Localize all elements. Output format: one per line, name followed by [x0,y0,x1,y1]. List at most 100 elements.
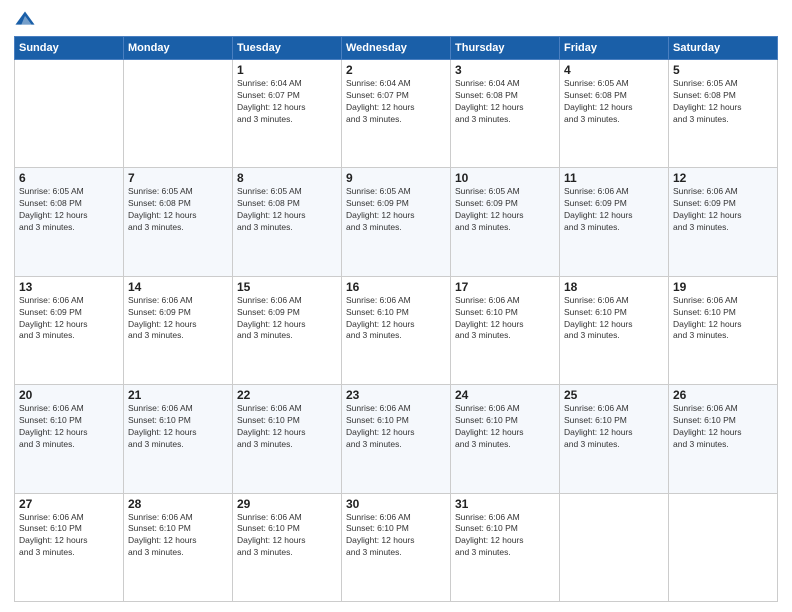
day-info: Sunrise: 6:04 AM Sunset: 6:08 PM Dayligh… [455,78,555,126]
calendar-header-sunday: Sunday [15,37,124,60]
calendar-cell: 23Sunrise: 6:06 AM Sunset: 6:10 PM Dayli… [342,385,451,493]
calendar-header-friday: Friday [560,37,669,60]
header [14,10,778,32]
day-number: 2 [346,63,446,77]
day-info: Sunrise: 6:06 AM Sunset: 6:10 PM Dayligh… [19,512,119,560]
calendar-cell: 25Sunrise: 6:06 AM Sunset: 6:10 PM Dayli… [560,385,669,493]
calendar-cell: 17Sunrise: 6:06 AM Sunset: 6:10 PM Dayli… [451,276,560,384]
calendar-cell: 5Sunrise: 6:05 AM Sunset: 6:08 PM Daylig… [669,60,778,168]
day-info: Sunrise: 6:05 AM Sunset: 6:09 PM Dayligh… [455,186,555,234]
day-info: Sunrise: 6:05 AM Sunset: 6:08 PM Dayligh… [673,78,773,126]
day-number: 29 [237,497,337,511]
calendar-cell: 8Sunrise: 6:05 AM Sunset: 6:08 PM Daylig… [233,168,342,276]
logo [14,10,38,32]
day-number: 7 [128,171,228,185]
day-info: Sunrise: 6:06 AM Sunset: 6:10 PM Dayligh… [455,512,555,560]
day-info: Sunrise: 6:06 AM Sunset: 6:10 PM Dayligh… [346,512,446,560]
day-info: Sunrise: 6:05 AM Sunset: 6:08 PM Dayligh… [19,186,119,234]
day-number: 6 [19,171,119,185]
calendar-cell: 27Sunrise: 6:06 AM Sunset: 6:10 PM Dayli… [15,493,124,601]
day-info: Sunrise: 6:05 AM Sunset: 6:08 PM Dayligh… [237,186,337,234]
calendar-header-thursday: Thursday [451,37,560,60]
calendar-cell: 21Sunrise: 6:06 AM Sunset: 6:10 PM Dayli… [124,385,233,493]
day-number: 21 [128,388,228,402]
day-info: Sunrise: 6:05 AM Sunset: 6:08 PM Dayligh… [564,78,664,126]
day-info: Sunrise: 6:04 AM Sunset: 6:07 PM Dayligh… [237,78,337,126]
day-info: Sunrise: 6:06 AM Sunset: 6:10 PM Dayligh… [237,512,337,560]
calendar-cell: 6Sunrise: 6:05 AM Sunset: 6:08 PM Daylig… [15,168,124,276]
day-number: 10 [455,171,555,185]
day-info: Sunrise: 6:06 AM Sunset: 6:10 PM Dayligh… [564,403,664,451]
calendar-cell: 11Sunrise: 6:06 AM Sunset: 6:09 PM Dayli… [560,168,669,276]
day-info: Sunrise: 6:06 AM Sunset: 6:10 PM Dayligh… [346,403,446,451]
calendar-cell: 10Sunrise: 6:05 AM Sunset: 6:09 PM Dayli… [451,168,560,276]
calendar-cell: 12Sunrise: 6:06 AM Sunset: 6:09 PM Dayli… [669,168,778,276]
page: SundayMondayTuesdayWednesdayThursdayFrid… [0,0,792,612]
calendar-cell [560,493,669,601]
day-info: Sunrise: 6:06 AM Sunset: 6:09 PM Dayligh… [673,186,773,234]
day-info: Sunrise: 6:06 AM Sunset: 6:10 PM Dayligh… [455,403,555,451]
calendar-cell: 19Sunrise: 6:06 AM Sunset: 6:10 PM Dayli… [669,276,778,384]
calendar-cell: 15Sunrise: 6:06 AM Sunset: 6:09 PM Dayli… [233,276,342,384]
calendar-cell: 20Sunrise: 6:06 AM Sunset: 6:10 PM Dayli… [15,385,124,493]
day-number: 1 [237,63,337,77]
day-number: 8 [237,171,337,185]
day-number: 19 [673,280,773,294]
calendar-header-tuesday: Tuesday [233,37,342,60]
day-number: 14 [128,280,228,294]
day-number: 3 [455,63,555,77]
calendar-cell: 22Sunrise: 6:06 AM Sunset: 6:10 PM Dayli… [233,385,342,493]
calendar-header-wednesday: Wednesday [342,37,451,60]
calendar-week-5: 27Sunrise: 6:06 AM Sunset: 6:10 PM Dayli… [15,493,778,601]
day-info: Sunrise: 6:05 AM Sunset: 6:08 PM Dayligh… [128,186,228,234]
day-info: Sunrise: 6:06 AM Sunset: 6:10 PM Dayligh… [673,403,773,451]
day-number: 18 [564,280,664,294]
day-number: 12 [673,171,773,185]
day-info: Sunrise: 6:05 AM Sunset: 6:09 PM Dayligh… [346,186,446,234]
day-number: 26 [673,388,773,402]
calendar-cell: 3Sunrise: 6:04 AM Sunset: 6:08 PM Daylig… [451,60,560,168]
day-number: 5 [673,63,773,77]
day-info: Sunrise: 6:04 AM Sunset: 6:07 PM Dayligh… [346,78,446,126]
day-number: 9 [346,171,446,185]
day-number: 15 [237,280,337,294]
calendar-week-4: 20Sunrise: 6:06 AM Sunset: 6:10 PM Dayli… [15,385,778,493]
calendar-cell: 4Sunrise: 6:05 AM Sunset: 6:08 PM Daylig… [560,60,669,168]
day-info: Sunrise: 6:06 AM Sunset: 6:10 PM Dayligh… [19,403,119,451]
day-number: 22 [237,388,337,402]
calendar-cell: 31Sunrise: 6:06 AM Sunset: 6:10 PM Dayli… [451,493,560,601]
day-info: Sunrise: 6:06 AM Sunset: 6:10 PM Dayligh… [237,403,337,451]
calendar-cell [15,60,124,168]
calendar-cell: 16Sunrise: 6:06 AM Sunset: 6:10 PM Dayli… [342,276,451,384]
day-number: 13 [19,280,119,294]
calendar-cell: 29Sunrise: 6:06 AM Sunset: 6:10 PM Dayli… [233,493,342,601]
calendar-header-monday: Monday [124,37,233,60]
calendar-cell [124,60,233,168]
calendar-cell: 30Sunrise: 6:06 AM Sunset: 6:10 PM Dayli… [342,493,451,601]
day-info: Sunrise: 6:06 AM Sunset: 6:10 PM Dayligh… [128,512,228,560]
calendar-week-1: 1Sunrise: 6:04 AM Sunset: 6:07 PM Daylig… [15,60,778,168]
day-info: Sunrise: 6:06 AM Sunset: 6:10 PM Dayligh… [455,295,555,343]
day-number: 4 [564,63,664,77]
logo-icon [14,10,36,32]
day-info: Sunrise: 6:06 AM Sunset: 6:09 PM Dayligh… [19,295,119,343]
calendar-header-row: SundayMondayTuesdayWednesdayThursdayFrid… [15,37,778,60]
calendar-cell [669,493,778,601]
calendar-cell: 14Sunrise: 6:06 AM Sunset: 6:09 PM Dayli… [124,276,233,384]
day-number: 27 [19,497,119,511]
day-number: 20 [19,388,119,402]
calendar-cell: 28Sunrise: 6:06 AM Sunset: 6:10 PM Dayli… [124,493,233,601]
day-info: Sunrise: 6:06 AM Sunset: 6:10 PM Dayligh… [128,403,228,451]
calendar-cell: 18Sunrise: 6:06 AM Sunset: 6:10 PM Dayli… [560,276,669,384]
calendar-cell: 1Sunrise: 6:04 AM Sunset: 6:07 PM Daylig… [233,60,342,168]
calendar: SundayMondayTuesdayWednesdayThursdayFrid… [14,36,778,602]
day-info: Sunrise: 6:06 AM Sunset: 6:09 PM Dayligh… [128,295,228,343]
day-number: 30 [346,497,446,511]
calendar-cell: 26Sunrise: 6:06 AM Sunset: 6:10 PM Dayli… [669,385,778,493]
day-info: Sunrise: 6:06 AM Sunset: 6:10 PM Dayligh… [346,295,446,343]
calendar-cell: 13Sunrise: 6:06 AM Sunset: 6:09 PM Dayli… [15,276,124,384]
day-number: 16 [346,280,446,294]
day-info: Sunrise: 6:06 AM Sunset: 6:10 PM Dayligh… [673,295,773,343]
calendar-header-saturday: Saturday [669,37,778,60]
day-number: 25 [564,388,664,402]
